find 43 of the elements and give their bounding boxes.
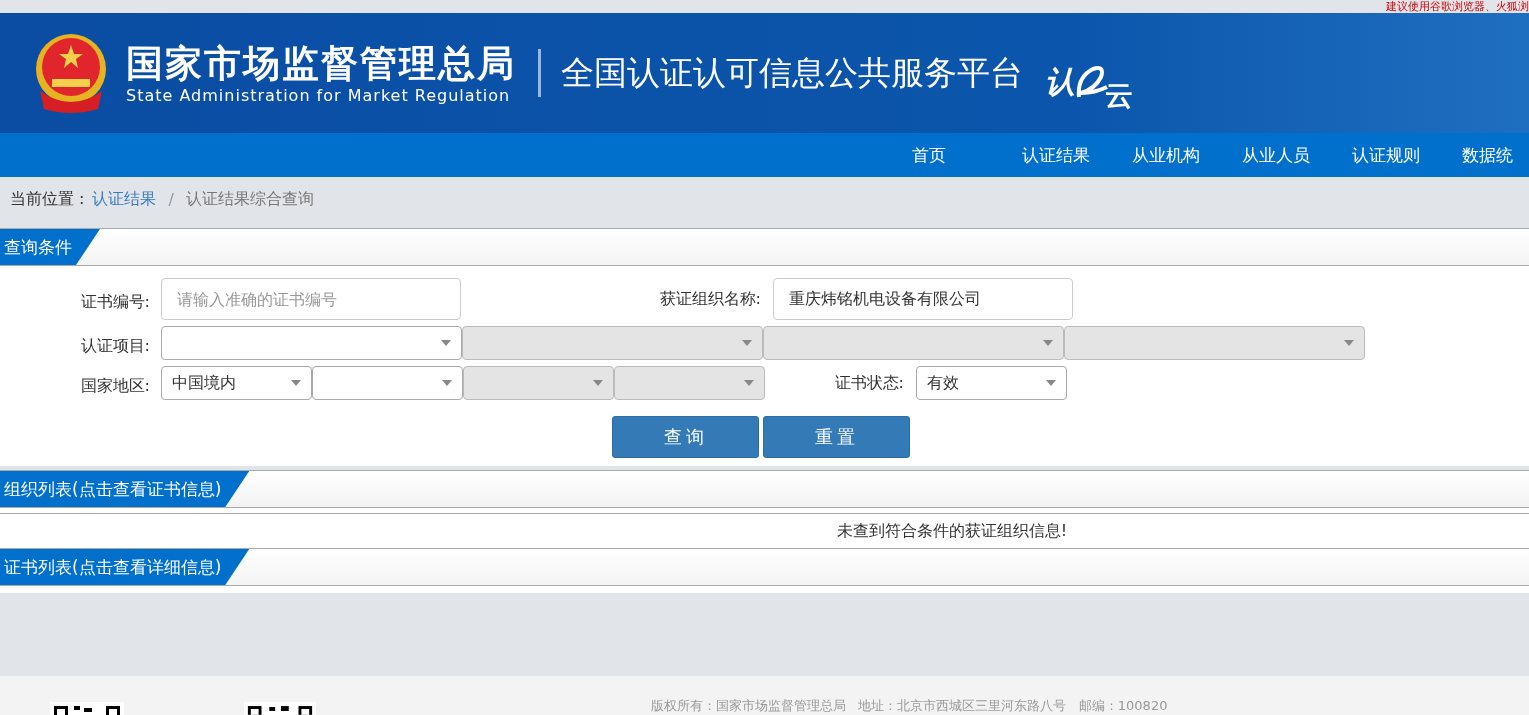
search-button[interactable]: 查询 xyxy=(612,416,759,458)
breadcrumb-label: 当前位置 : xyxy=(10,188,85,210)
dropdown-select[interactable] xyxy=(312,366,463,400)
nav-link[interactable]: 认证规则 xyxy=(1352,133,1462,177)
nav-link[interactable]: 从业人员 xyxy=(1242,133,1352,177)
dropdown-caret-icon xyxy=(441,340,451,346)
field-label: 证书状态: xyxy=(833,372,905,394)
section-title: 组织列表(点击查看证书信息) xyxy=(0,471,250,507)
nav-link[interactable]: 从业机构 xyxy=(1132,133,1242,177)
agency-name: 国家市场监督管理总局 xyxy=(126,41,516,86)
footer-copyright: 版权所有：国家市场监督管理总局 地址：北京市西城区三里河东路八号 邮编：100820 xyxy=(651,697,1168,715)
breadcrumb-current: 认证结果综合查询 xyxy=(185,188,314,210)
reset-button[interactable]: 重置 xyxy=(763,416,910,458)
nav-link[interactable]: 数据统 xyxy=(1462,133,1529,177)
dropdown-caret-icon xyxy=(1344,340,1354,346)
dropdown-select[interactable] xyxy=(161,326,462,360)
logo-text: 认 xyxy=(1045,63,1075,101)
browser-notice: 建议使用谷歌浏览器、火狐浏 xyxy=(1386,0,1529,13)
dropdown-caret-icon xyxy=(742,340,752,346)
empty-result-message: 未查到符合条件的获证组织信息! xyxy=(836,520,1068,542)
field-label: 证书编号: xyxy=(79,290,151,313)
input-field[interactable]: 重庆炜铭机电设备有限公司 xyxy=(773,278,1073,320)
field-label: 国家地区: xyxy=(79,374,151,397)
dropdown-caret-icon xyxy=(291,380,301,386)
field-label: 认证项目: xyxy=(79,334,151,357)
nav-link[interactable]: 首页 xyxy=(912,133,1022,177)
logo-text: 云 xyxy=(1105,78,1133,114)
platform-title: 全国认证认可信息公共服务平台 xyxy=(561,51,1023,94)
input-field[interactable]: 请输入准确的证书编号 xyxy=(161,278,461,320)
dropdown-caret-icon xyxy=(744,380,754,386)
dropdown-caret-icon xyxy=(1046,380,1056,386)
dropdown-select[interactable]: 有效 xyxy=(916,366,1067,400)
field-label: 获证组织名称: xyxy=(658,288,762,310)
breadcrumb-link[interactable]: 认证结果 xyxy=(92,188,157,210)
dropdown-caret-icon xyxy=(442,380,452,386)
nav-link[interactable]: 认证结果 xyxy=(1022,133,1132,177)
dropdown-caret-icon xyxy=(1043,340,1053,346)
breadcrumb-separator: / xyxy=(168,189,174,209)
dropdown-select[interactable]: 中国境内 xyxy=(161,366,312,400)
section-title: 查询条件 xyxy=(0,229,100,265)
dropdown-caret-icon xyxy=(593,380,603,386)
section-title: 证书列表(点击查看详细信息) xyxy=(0,549,250,585)
agency-name-english: State Administration for Market Regulation xyxy=(126,85,512,105)
